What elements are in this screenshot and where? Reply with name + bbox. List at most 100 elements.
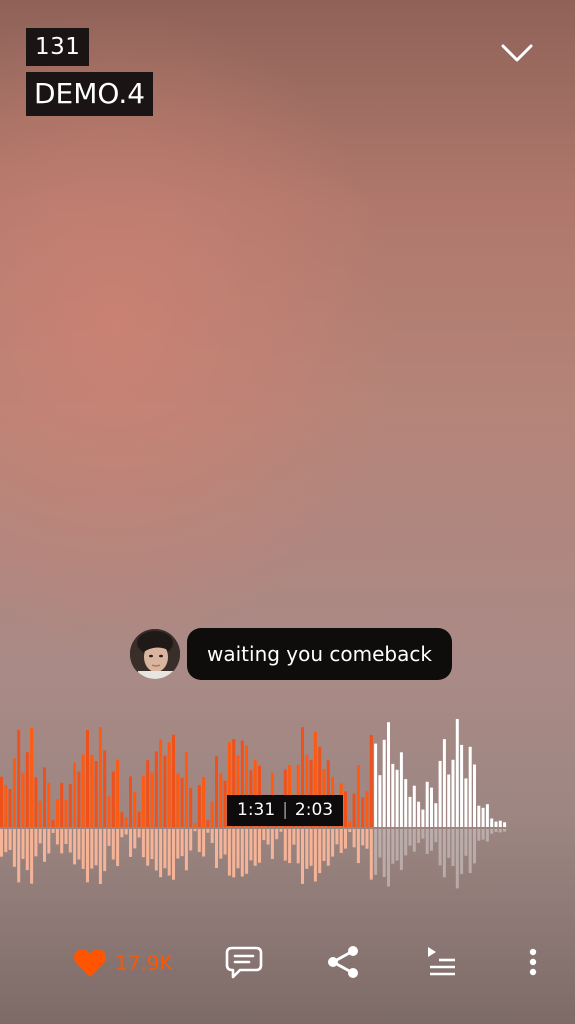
waveform-bar xyxy=(477,805,481,827)
waveform-reflection-bar xyxy=(30,829,34,884)
artist-name[interactable]: 131 xyxy=(26,28,90,66)
waveform-reflection-bar xyxy=(451,829,455,866)
waveform-bar xyxy=(103,750,107,827)
waveform-bar xyxy=(184,752,188,827)
waveform-reflection-bar xyxy=(490,829,494,834)
waveform-bar xyxy=(490,818,494,827)
waveform-reflection-bar xyxy=(382,829,386,877)
waveform-reflection-bar xyxy=(90,829,94,869)
waveform-reflection-bar xyxy=(193,829,197,832)
waveform-reflection-bar xyxy=(245,829,249,874)
waveform-reflection-bar xyxy=(387,829,390,887)
time-separator: | xyxy=(282,800,288,820)
waveform-reflection-bar xyxy=(232,829,236,878)
waveform-reflection-bar xyxy=(163,829,167,869)
waveform-reflection-bar xyxy=(107,829,111,846)
waveform-reflection-bar xyxy=(253,829,257,866)
waveform-bar xyxy=(378,775,382,827)
waveform-bar xyxy=(382,739,386,827)
waveform-reflection-bar xyxy=(503,829,507,832)
heart-icon xyxy=(74,949,106,977)
waveform-bar xyxy=(202,777,206,827)
waveform-reflection-bar xyxy=(468,829,472,874)
waveform-bar xyxy=(172,734,175,827)
waveform-reflection-bar xyxy=(498,829,502,833)
like-button[interactable]: 17.9K xyxy=(73,943,173,983)
waveform-reflection-bar xyxy=(64,829,68,844)
waveform-reflection-bar xyxy=(356,829,360,864)
waveform-reflection-bar xyxy=(434,829,438,843)
waveform-reflection-bar xyxy=(266,829,270,845)
waveform-bar xyxy=(73,762,77,827)
waveform-bar xyxy=(25,752,29,827)
waveform-reflection-bar xyxy=(305,829,309,869)
waveform-bar xyxy=(21,772,25,827)
waveform-bar xyxy=(395,769,399,827)
waveform-bar xyxy=(98,727,102,827)
waveform-reflection-bar xyxy=(73,829,77,865)
waveform-reflection-bar xyxy=(464,829,468,856)
waveform-bar xyxy=(94,761,98,827)
waveform-bar xyxy=(51,819,55,827)
waveform-reflection-bar xyxy=(365,829,369,849)
waveform-reflection-bar xyxy=(344,829,347,849)
waveform-reflection-bar xyxy=(275,829,279,840)
waveform-reflection-bar xyxy=(404,829,408,856)
waveform-reflection-bar xyxy=(296,829,300,864)
waveform-bar xyxy=(120,812,124,827)
waveform-reflection-bar xyxy=(219,829,223,859)
waveform-reflection-bar xyxy=(60,829,64,854)
waveform-bar xyxy=(387,722,390,827)
waveform-bar xyxy=(90,754,94,827)
waveform-bar xyxy=(460,744,464,827)
waveform-reflection-bar xyxy=(438,829,442,866)
waveform-bar xyxy=(154,751,158,827)
waveform-bar xyxy=(137,811,141,827)
waveform-bar xyxy=(12,758,16,827)
waveform-reflection-bar xyxy=(94,829,98,866)
waveform-bar xyxy=(344,791,347,827)
waveform-bar xyxy=(107,796,111,827)
waveform-bar xyxy=(421,809,425,827)
waveform-bar xyxy=(17,729,21,827)
waveform-bar xyxy=(391,763,395,827)
more-options-button[interactable] xyxy=(513,942,553,982)
waveform-bar xyxy=(464,778,468,827)
waveform-reflection-bar xyxy=(361,829,365,846)
waveform-bar xyxy=(159,739,163,827)
more-icon xyxy=(529,948,537,976)
time-display: 1:31 | 2:03 xyxy=(227,795,344,826)
waveform-reflection-bar xyxy=(494,829,498,832)
waveform-bar xyxy=(412,785,416,827)
waveform-bar xyxy=(374,743,378,827)
waveform-bar xyxy=(197,785,201,827)
waveform-bar xyxy=(348,821,352,827)
waveform-reflection-bar xyxy=(335,829,339,845)
waveform-bar xyxy=(146,760,150,827)
queue-button[interactable] xyxy=(422,942,462,982)
user-avatar-icon xyxy=(130,629,180,679)
waveform-reflection-bar xyxy=(283,829,287,861)
waveform-reflection-bar xyxy=(288,829,292,864)
waveform-reflection-bar xyxy=(279,829,283,832)
waveform-reflection-bar xyxy=(55,829,59,845)
waveform-bar xyxy=(481,807,485,827)
waveform-bar xyxy=(0,776,3,827)
waveform-bar xyxy=(404,779,408,827)
avatar[interactable] xyxy=(130,629,180,679)
collapse-button[interactable] xyxy=(497,36,537,70)
waveform-reflection-bar xyxy=(43,829,46,862)
waveform-bar xyxy=(60,782,64,827)
waveform-bar xyxy=(8,789,12,827)
waveform-bar xyxy=(81,754,85,827)
waveform-reflection-bar xyxy=(98,829,102,884)
like-count: 17.9K xyxy=(115,951,173,975)
waveform-bar xyxy=(141,775,145,827)
waveform-bar xyxy=(473,764,476,827)
share-button[interactable] xyxy=(323,942,363,982)
waveform-reflection-bar xyxy=(331,829,335,857)
waveform-bar xyxy=(30,727,34,827)
waveform-reflection-bar xyxy=(77,829,81,860)
comment-button[interactable] xyxy=(224,942,264,982)
waveform-bar xyxy=(356,765,360,827)
